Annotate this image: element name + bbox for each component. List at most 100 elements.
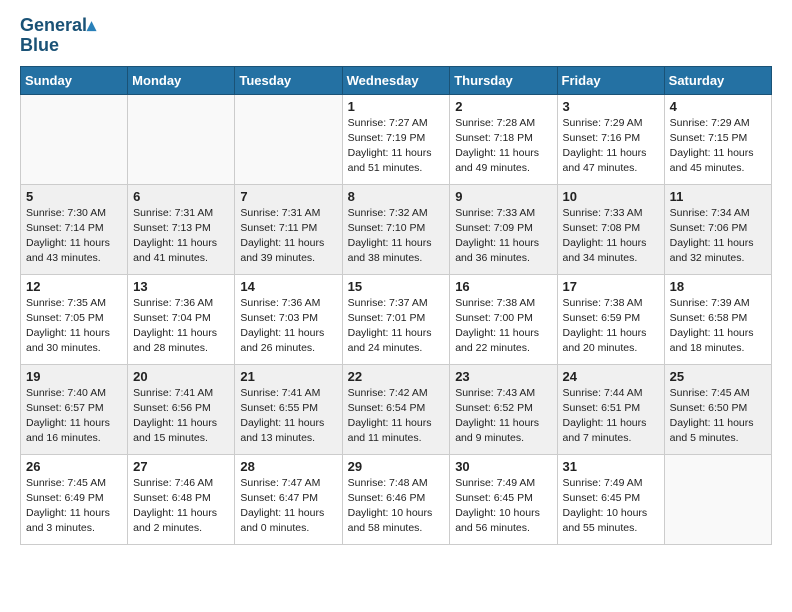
day-number: 10	[563, 189, 659, 204]
day-number: 25	[670, 369, 766, 384]
day-info: Sunrise: 7:35 AM Sunset: 7:05 PM Dayligh…	[26, 296, 122, 357]
calendar-day-cell: 9 Sunrise: 7:33 AM Sunset: 7:09 PM Daylig…	[450, 184, 557, 274]
day-number: 23	[455, 369, 551, 384]
day-number: 21	[240, 369, 336, 384]
day-number: 24	[563, 369, 659, 384]
calendar-empty-cell	[235, 94, 342, 184]
header: General▴Blue	[20, 16, 772, 56]
day-info: Sunrise: 7:31 AM Sunset: 7:13 PM Dayligh…	[133, 206, 229, 267]
day-info: Sunrise: 7:29 AM Sunset: 7:16 PM Dayligh…	[563, 116, 659, 177]
day-info: Sunrise: 7:41 AM Sunset: 6:55 PM Dayligh…	[240, 386, 336, 447]
day-info: Sunrise: 7:27 AM Sunset: 7:19 PM Dayligh…	[348, 116, 445, 177]
calendar-day-cell: 29 Sunrise: 7:48 AM Sunset: 6:46 PM Dayli…	[342, 454, 450, 544]
day-number: 31	[563, 459, 659, 474]
day-number: 19	[26, 369, 122, 384]
calendar-day-cell: 15 Sunrise: 7:37 AM Sunset: 7:01 PM Dayli…	[342, 274, 450, 364]
calendar-week-row: 26Sunrise: 7:45 AM Sunset: 6:49 PM Dayli…	[21, 454, 772, 544]
calendar-day-cell: 25 Sunrise: 7:45 AM Sunset: 6:50 PM Dayli…	[664, 364, 771, 454]
day-info: Sunrise: 7:36 AM Sunset: 7:04 PM Dayligh…	[133, 296, 229, 357]
calendar-day-cell: 13 Sunrise: 7:36 AM Sunset: 7:04 PM Dayli…	[128, 274, 235, 364]
day-number: 30	[455, 459, 551, 474]
day-number: 22	[348, 369, 445, 384]
calendar-empty-cell	[664, 454, 771, 544]
weekday-header: Thursday	[450, 66, 557, 94]
day-number: 13	[133, 279, 229, 294]
calendar-day-cell: 7 Sunrise: 7:31 AM Sunset: 7:11 PM Daylig…	[235, 184, 342, 274]
day-info: Sunrise: 7:44 AM Sunset: 6:51 PM Dayligh…	[563, 386, 659, 447]
weekday-header: Friday	[557, 66, 664, 94]
day-info: Sunrise: 7:39 AM Sunset: 6:58 PM Dayligh…	[670, 296, 766, 357]
calendar-day-cell: 24 Sunrise: 7:44 AM Sunset: 6:51 PM Dayli…	[557, 364, 664, 454]
day-info: Sunrise: 7:38 AM Sunset: 7:00 PM Dayligh…	[455, 296, 551, 357]
day-number: 20	[133, 369, 229, 384]
day-number: 28	[240, 459, 336, 474]
day-number: 11	[670, 189, 766, 204]
day-info: Sunrise: 7:33 AM Sunset: 7:08 PM Dayligh…	[563, 206, 659, 267]
day-info: Sunrise: 7:42 AM Sunset: 6:54 PM Dayligh…	[348, 386, 445, 447]
calendar-day-cell: 22 Sunrise: 7:42 AM Sunset: 6:54 PM Dayli…	[342, 364, 450, 454]
calendar-day-cell: 10 Sunrise: 7:33 AM Sunset: 7:08 PM Dayli…	[557, 184, 664, 274]
day-number: 17	[563, 279, 659, 294]
day-info: Sunrise: 7:32 AM Sunset: 7:10 PM Dayligh…	[348, 206, 445, 267]
calendar-empty-cell	[128, 94, 235, 184]
weekday-header: Monday	[128, 66, 235, 94]
day-number: 26	[26, 459, 122, 474]
day-number: 6	[133, 189, 229, 204]
calendar-week-row: 19 Sunrise: 7:40 AM Sunset: 6:57 PM Dayli…	[21, 364, 772, 454]
page-container: General▴Blue SundayMondayTuesdayWednesda…	[0, 0, 792, 555]
day-number: 3	[563, 99, 659, 114]
day-number: 27	[133, 459, 229, 474]
calendar-day-cell: 20Sunrise: 7:41 AM Sunset: 6:56 PM Dayli…	[128, 364, 235, 454]
calendar-week-row: 12 Sunrise: 7:35 AM Sunset: 7:05 PM Dayli…	[21, 274, 772, 364]
calendar-header-row: SundayMondayTuesdayWednesdayThursdayFrid…	[21, 66, 772, 94]
calendar-week-row: 1Sunrise: 7:27 AM Sunset: 7:19 PM Daylig…	[21, 94, 772, 184]
day-info: Sunrise: 7:40 AM Sunset: 6:57 PM Dayligh…	[26, 386, 122, 447]
calendar-day-cell: 1Sunrise: 7:27 AM Sunset: 7:19 PM Daylig…	[342, 94, 450, 184]
calendar-day-cell: 3 Sunrise: 7:29 AM Sunset: 7:16 PM Daylig…	[557, 94, 664, 184]
day-number: 5	[26, 189, 122, 204]
day-info: Sunrise: 7:36 AM Sunset: 7:03 PM Dayligh…	[240, 296, 336, 357]
day-number: 18	[670, 279, 766, 294]
weekday-header: Sunday	[21, 66, 128, 94]
calendar-day-cell: 5Sunrise: 7:30 AM Sunset: 7:14 PM Daylig…	[21, 184, 128, 274]
day-info: Sunrise: 7:28 AM Sunset: 7:18 PM Dayligh…	[455, 116, 551, 177]
day-info: Sunrise: 7:37 AM Sunset: 7:01 PM Dayligh…	[348, 296, 445, 357]
calendar-day-cell: 21 Sunrise: 7:41 AM Sunset: 6:55 PM Dayli…	[235, 364, 342, 454]
calendar-day-cell: 18 Sunrise: 7:39 AM Sunset: 6:58 PM Dayli…	[664, 274, 771, 364]
calendar-day-cell: 14 Sunrise: 7:36 AM Sunset: 7:03 PM Dayli…	[235, 274, 342, 364]
day-info: Sunrise: 7:38 AM Sunset: 6:59 PM Dayligh…	[563, 296, 659, 357]
weekday-header: Tuesday	[235, 66, 342, 94]
day-info: Sunrise: 7:45 AM Sunset: 6:50 PM Dayligh…	[670, 386, 766, 447]
day-number: 16	[455, 279, 551, 294]
day-number: 14	[240, 279, 336, 294]
weekday-header: Wednesday	[342, 66, 450, 94]
calendar-day-cell: 4Sunrise: 7:29 AM Sunset: 7:15 PM Daylig…	[664, 94, 771, 184]
day-number: 9	[455, 189, 551, 204]
day-info: Sunrise: 7:33 AM Sunset: 7:09 PM Dayligh…	[455, 206, 551, 267]
day-info: Sunrise: 7:48 AM Sunset: 6:46 PM Dayligh…	[348, 476, 445, 537]
calendar-day-cell: 16 Sunrise: 7:38 AM Sunset: 7:00 PM Dayli…	[450, 274, 557, 364]
calendar-day-cell: 26Sunrise: 7:45 AM Sunset: 6:49 PM Dayli…	[21, 454, 128, 544]
day-info: Sunrise: 7:46 AM Sunset: 6:48 PM Dayligh…	[133, 476, 229, 537]
day-number: 8	[348, 189, 445, 204]
day-number: 7	[240, 189, 336, 204]
day-number: 12	[26, 279, 122, 294]
day-number: 15	[348, 279, 445, 294]
calendar-day-cell: 6 Sunrise: 7:31 AM Sunset: 7:13 PM Daylig…	[128, 184, 235, 274]
logo: General▴Blue	[20, 16, 96, 56]
calendar-day-cell: 27 Sunrise: 7:46 AM Sunset: 6:48 PM Dayli…	[128, 454, 235, 544]
weekday-header: Saturday	[664, 66, 771, 94]
calendar-day-cell: 23Sunrise: 7:43 AM Sunset: 6:52 PM Dayli…	[450, 364, 557, 454]
day-number: 29	[348, 459, 445, 474]
logo-text: General▴Blue	[20, 16, 96, 56]
calendar-day-cell: 30Sunrise: 7:49 AM Sunset: 6:45 PM Dayli…	[450, 454, 557, 544]
day-info: Sunrise: 7:47 AM Sunset: 6:47 PM Dayligh…	[240, 476, 336, 537]
day-number: 2	[455, 99, 551, 114]
calendar-day-cell: 19 Sunrise: 7:40 AM Sunset: 6:57 PM Dayli…	[21, 364, 128, 454]
day-info: Sunrise: 7:31 AM Sunset: 7:11 PM Dayligh…	[240, 206, 336, 267]
calendar-empty-cell	[21, 94, 128, 184]
calendar-day-cell: 12 Sunrise: 7:35 AM Sunset: 7:05 PM Dayli…	[21, 274, 128, 364]
calendar-day-cell: 28 Sunrise: 7:47 AM Sunset: 6:47 PM Dayli…	[235, 454, 342, 544]
calendar-day-cell: 8 Sunrise: 7:32 AM Sunset: 7:10 PM Daylig…	[342, 184, 450, 274]
day-info: Sunrise: 7:49 AM Sunset: 6:45 PM Dayligh…	[563, 476, 659, 537]
